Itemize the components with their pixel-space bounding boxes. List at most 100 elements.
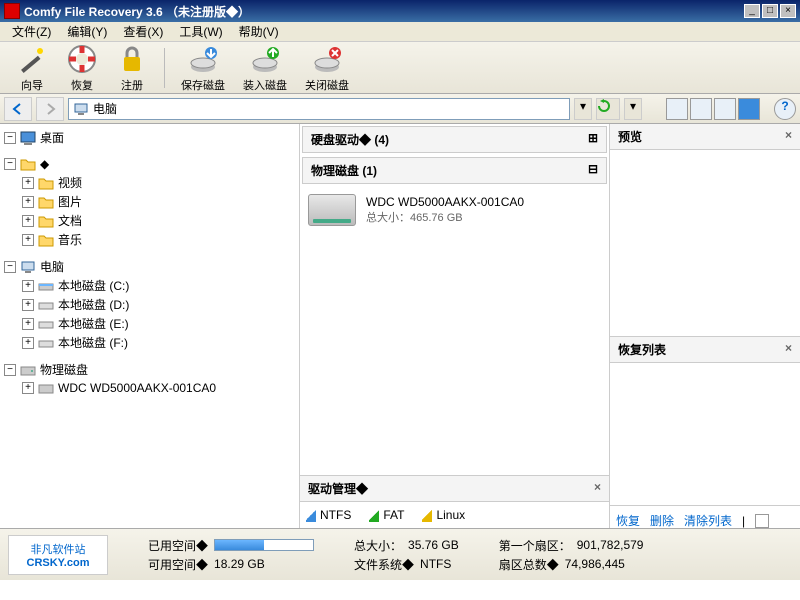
list-toggle-button[interactable] — [755, 514, 769, 528]
tree-panel: − 桌面 − ◆ + 视频 + 图片 + 文档 + 音乐 — [0, 124, 300, 528]
address-input[interactable]: 电脑 — [68, 98, 570, 120]
expand-icon[interactable]: + — [22, 177, 34, 189]
view-list-button[interactable] — [690, 98, 712, 120]
filesystem-label: 文件系统◆ — [354, 556, 414, 573]
recovery-list-body — [610, 363, 800, 505]
tree-music[interactable]: + 音乐 — [4, 230, 295, 249]
hdd-category-header[interactable]: 硬盘驱动◆ (4) ⊞ — [302, 126, 607, 153]
expand-icon[interactable]: + — [22, 234, 34, 246]
folder-icon — [38, 175, 54, 191]
menu-view[interactable]: 查看(X) — [115, 21, 171, 42]
collapse-icon[interactable]: − — [4, 132, 16, 144]
expand-icon[interactable]: + — [22, 196, 34, 208]
view-details-button[interactable] — [714, 98, 736, 120]
close-icon[interactable]: × — [785, 341, 792, 358]
close-icon[interactable]: × — [785, 128, 792, 145]
folder-icon — [38, 213, 54, 229]
right-panel: 预览 × 恢复列表 × 恢复 删除 清除列表 | — [610, 124, 800, 528]
app-icon — [4, 3, 20, 19]
tree-physical[interactable]: − 物理磁盘 — [4, 360, 295, 379]
disk-save-icon — [187, 43, 219, 75]
total-size-value: 35.76 GB — [408, 538, 459, 552]
expand-icon[interactable]: + — [22, 215, 34, 227]
tree-video[interactable]: + 视频 — [4, 173, 295, 192]
minimize-button[interactable]: _ — [744, 4, 760, 18]
register-button[interactable]: 注册 — [108, 41, 156, 95]
menu-help[interactable]: 帮助(V) — [231, 21, 287, 42]
close-button[interactable]: × — [780, 4, 796, 18]
refresh-button[interactable] — [596, 98, 620, 120]
view-save-button[interactable] — [738, 98, 760, 120]
sector-count-value: 74,986,445 — [565, 557, 625, 571]
statusbar: 非凡软件站 CRSKY.com 已用空间◆ 可用空间◆ 18.29 GB 总大小… — [0, 528, 800, 580]
device-item[interactable]: WDC WD5000AAKX-001CA0 总大小：465.76 GB — [300, 186, 609, 234]
tree-disk-f[interactable]: + 本地磁盘 (F:) — [4, 333, 295, 352]
preview-title: 预览 — [618, 128, 642, 145]
free-space-value: 18.29 GB — [214, 557, 265, 571]
folder-icon — [38, 194, 54, 210]
tree-disk-c[interactable]: + 本地磁盘 (C:) — [4, 276, 295, 295]
address-dropdown[interactable]: ▾ — [574, 98, 592, 120]
used-space-bar — [214, 539, 314, 551]
disk-close-icon — [311, 43, 343, 75]
maximize-button[interactable]: □ — [762, 4, 778, 18]
total-size-label: 总大小： — [354, 537, 402, 554]
wand-icon — [16, 43, 48, 75]
desktop-icon — [20, 130, 36, 146]
first-sector-value: 901,782,579 — [577, 538, 644, 552]
save-disk-button[interactable]: 保存磁盘 — [173, 41, 233, 95]
hdd-icon — [38, 380, 54, 396]
first-sector-label: 第一个扇区： — [499, 537, 571, 554]
expand-icon[interactable]: ⊞ — [588, 131, 598, 148]
delete-link[interactable]: 删除 — [650, 512, 674, 529]
recovery-list-title: 恢复列表 — [618, 341, 666, 358]
titlebar: Comfy File Recovery 3.6 （未注册版◆） _ □ × — [0, 0, 800, 22]
legend-fat: FAT — [369, 508, 404, 522]
collapse-icon[interactable]: − — [4, 364, 16, 376]
recover-button[interactable]: 恢复 — [58, 41, 106, 95]
device-size: 总大小：465.76 GB — [366, 209, 524, 225]
used-space-label: 已用空间◆ — [148, 537, 208, 554]
collapse-icon[interactable]: − — [4, 261, 16, 273]
computer-icon — [73, 101, 89, 117]
tree-wdc[interactable]: + WDC WD5000AAKX-001CA0 — [4, 379, 295, 397]
lock-icon — [116, 43, 148, 75]
menubar: 文件(Z) 编辑(Y) 查看(X) 工具(W) 帮助(V) — [0, 22, 800, 42]
drive-management: 驱动管理◆ × NTFS FAT Linux — [300, 475, 609, 528]
menu-tools[interactable]: 工具(W) — [171, 21, 230, 42]
expand-icon[interactable]: + — [22, 337, 34, 349]
back-button[interactable] — [4, 97, 32, 121]
lifebuoy-icon — [66, 43, 98, 75]
tree-documents[interactable]: + 文档 — [4, 211, 295, 230]
collapse-icon[interactable]: ⊟ — [588, 162, 598, 179]
view-icons-button[interactable] — [666, 98, 688, 120]
collapse-icon[interactable]: − — [4, 158, 16, 170]
expand-icon[interactable]: + — [22, 382, 34, 394]
hdd-icon — [308, 194, 356, 226]
forward-button[interactable] — [36, 97, 64, 121]
tree-disk-e[interactable]: + 本地磁盘 (E:) — [4, 314, 295, 333]
refresh-dropdown[interactable]: ▾ — [624, 98, 642, 120]
expand-icon[interactable]: + — [22, 280, 34, 292]
window-title: Comfy File Recovery 3.6 （未注册版◆） — [24, 3, 742, 20]
menu-file[interactable]: 文件(Z) — [4, 21, 59, 42]
tree-disk-d[interactable]: + 本地磁盘 (D:) — [4, 295, 295, 314]
drive-mgmt-title: 驱动管理◆ — [308, 480, 368, 497]
tree-computer[interactable]: − 电脑 — [4, 257, 295, 276]
help-button[interactable]: ? — [774, 98, 796, 120]
load-disk-button[interactable]: 装入磁盘 — [235, 41, 295, 95]
clear-list-link[interactable]: 清除列表 — [684, 512, 732, 529]
legend-ntfs: NTFS — [306, 508, 351, 522]
expand-icon[interactable]: + — [22, 299, 34, 311]
wizard-button[interactable]: 向导 — [8, 41, 56, 95]
menu-edit[interactable]: 编辑(Y) — [59, 21, 115, 42]
expand-icon[interactable]: + — [22, 318, 34, 330]
tree-pictures[interactable]: + 图片 — [4, 192, 295, 211]
recover-link[interactable]: 恢复 — [616, 512, 640, 529]
close-disk-button[interactable]: 关闭磁盘 — [297, 41, 357, 95]
tree-desktop[interactable]: − 桌面 — [4, 128, 295, 147]
close-icon[interactable]: × — [594, 480, 601, 497]
drive-icon — [38, 278, 54, 294]
physical-category-header[interactable]: 物理磁盘 (1) ⊟ — [302, 157, 607, 184]
tree-user[interactable]: − ◆ — [4, 155, 295, 173]
